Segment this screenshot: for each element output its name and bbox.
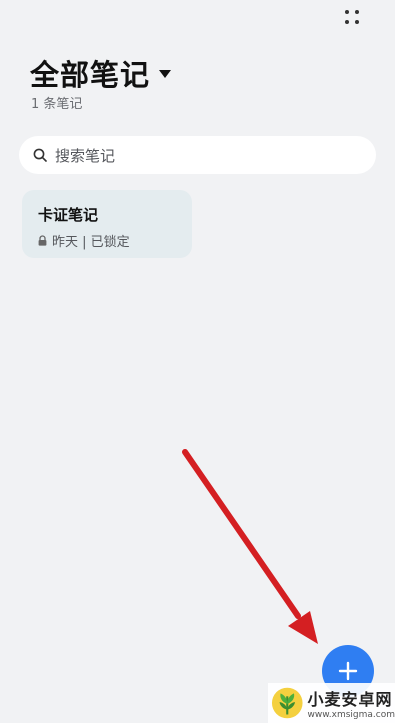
note-count: 1 条笔记	[31, 97, 83, 112]
dot	[355, 10, 359, 14]
caret-down-icon	[159, 70, 172, 78]
note-meta: 昨天 | 已锁定	[52, 235, 130, 250]
dot	[345, 10, 349, 14]
dot	[345, 20, 349, 24]
watermark-name: 小麦安卓网	[307, 690, 393, 709]
more-options-button[interactable]	[340, 6, 364, 28]
lock-icon	[38, 235, 47, 246]
page-title: 全部笔记	[30, 58, 151, 92]
folder-selector[interactable]: 全部笔记	[30, 52, 172, 94]
search-icon	[33, 148, 47, 162]
watermark-url: www.xmsigma.com	[307, 710, 395, 720]
watermark: 小麦安卓网 www.xmsigma.com	[268, 683, 395, 723]
note-card[interactable]: 卡证笔记 昨天 | 已锁定	[22, 190, 192, 258]
note-title: 卡证笔记	[38, 206, 99, 224]
wheat-logo-icon	[271, 687, 303, 719]
plus-icon	[338, 661, 358, 681]
search-bar[interactable]: 搜索笔记	[19, 136, 376, 174]
search-placeholder: 搜索笔记	[55, 146, 116, 165]
dot	[355, 20, 359, 24]
note-meta-row: 昨天 | 已锁定	[38, 231, 192, 250]
